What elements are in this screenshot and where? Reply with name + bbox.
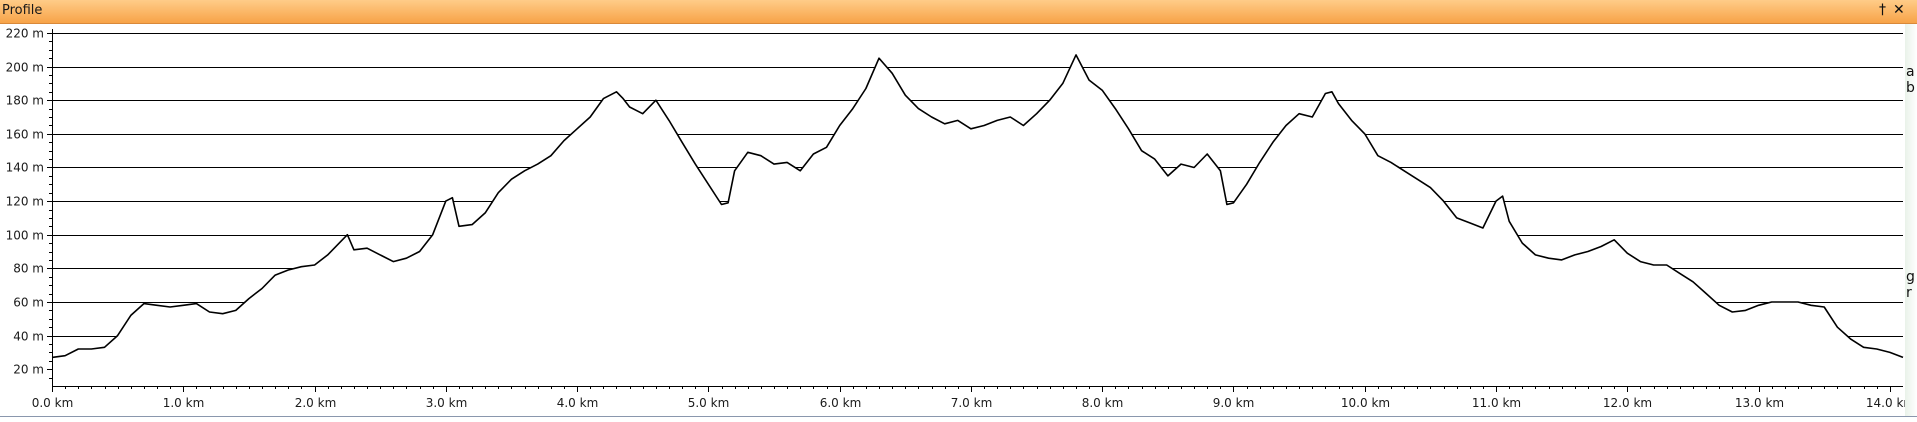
- profile-plot-area: 20 m 40 m 60 m 80 m 100 m 120 m 140 m 160 m 180 …: [0, 24, 1916, 416]
- x-tick-label: 8.0 km: [1082, 396, 1124, 410]
- y-tick-label: 160 m: [6, 128, 44, 142]
- x-tick-label: 10.0 km: [1341, 396, 1390, 410]
- x-axis-ticks: 0.0 km 1.0 km 2.0 km 3.0 km 4.0 km 5.0 km 6.0 …: [32, 386, 1915, 410]
- profile-fill: [52, 54, 1903, 387]
- x-tick-label: 13.0 km: [1735, 396, 1784, 410]
- map-edge-bottom: [0, 416, 1917, 422]
- map-edge-letter: a: [1906, 64, 1915, 80]
- y-axis-ticks: 20 m 40 m 60 m 80 m 100 m 120 m 140 m 160 m 180 …: [6, 27, 52, 379]
- y-tick-label: 180 m: [6, 94, 44, 108]
- y-tick-label: 60 m: [13, 296, 44, 310]
- x-tick-label: 6.0 km: [820, 396, 862, 410]
- elevation-profile-chart: 20 m 40 m 60 m 80 m 100 m 120 m 140 m 160 m 180 …: [6, 27, 1916, 411]
- x-tick-label: 12.0 km: [1603, 396, 1652, 410]
- y-tick-label: 200 m: [6, 61, 44, 75]
- window-title-bar: Profile † ✕: [0, 0, 1917, 24]
- x-tick-label: 3.0 km: [426, 396, 468, 410]
- y-tick-label: 80 m: [13, 262, 44, 276]
- y-tick-label: 120 m: [6, 195, 44, 209]
- close-icon[interactable]: ✕: [1893, 2, 1905, 18]
- y-tick-label: 140 m: [6, 161, 44, 175]
- map-edge-strip: a b g r: [1905, 24, 1917, 422]
- x-tick-label: 7.0 km: [951, 396, 993, 410]
- x-tick-label: 14.0 km: [1866, 396, 1905, 410]
- x-tick-label: 4.0 km: [557, 396, 599, 410]
- window-title: Profile: [2, 3, 43, 18]
- y-tick-label: 100 m: [6, 229, 44, 243]
- x-tick-label: 2.0 km: [295, 396, 337, 410]
- y-tick-label: 40 m: [13, 330, 44, 344]
- x-tick-label: 0.0 km: [32, 396, 74, 410]
- profile-area: [51, 54, 1904, 387]
- pin-icon[interactable]: †: [1879, 2, 1886, 18]
- y-tick-label: 220 m: [6, 27, 44, 41]
- x-tick-label: 11.0 km: [1472, 396, 1521, 410]
- map-edge-letter: g: [1906, 269, 1915, 285]
- x-tick-label: 1.0 km: [163, 396, 205, 410]
- map-edge-letter: b: [1906, 80, 1915, 96]
- x-tick-label: 9.0 km: [1213, 396, 1255, 410]
- y-tick-label: 20 m: [13, 363, 44, 377]
- x-tick-label: 5.0 km: [688, 396, 730, 410]
- map-edge-letter: r: [1906, 285, 1912, 301]
